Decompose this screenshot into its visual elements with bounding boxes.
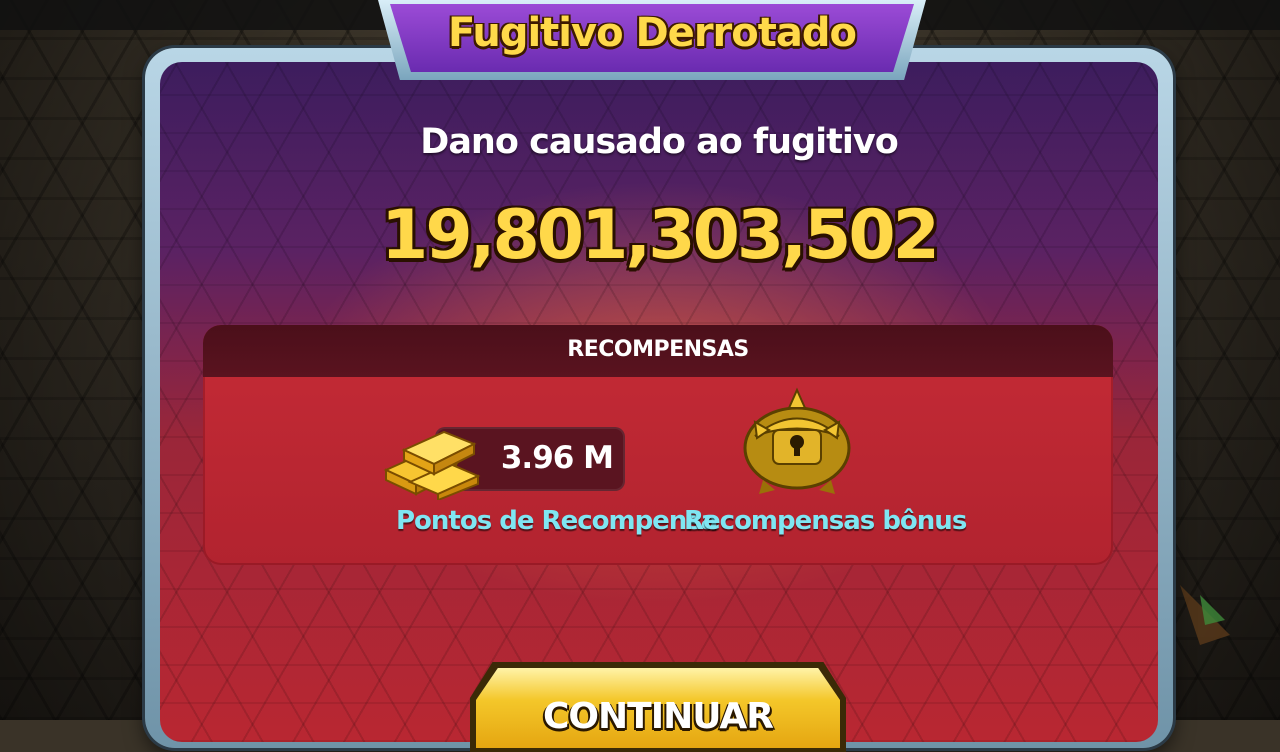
treasure-chest-icon	[743, 387, 851, 494]
rewards-header: RECOMPENSAS	[567, 337, 749, 362]
bonus-rewards-label[interactable]: Recompensas bônus	[684, 506, 967, 536]
dialog-title: Fugitivo Derrotado	[448, 10, 857, 56]
damage-label: Dano causado ao fugitivo	[420, 122, 898, 162]
ship-decoration-icon	[1180, 585, 1230, 645]
continue-button-label[interactable]: CONTINUAR	[476, 696, 840, 737]
gold-bars-icon	[383, 430, 481, 500]
damage-value: 19,801,303,502	[381, 196, 940, 275]
reward-points-label: Pontos de Recompensa	[396, 506, 718, 536]
